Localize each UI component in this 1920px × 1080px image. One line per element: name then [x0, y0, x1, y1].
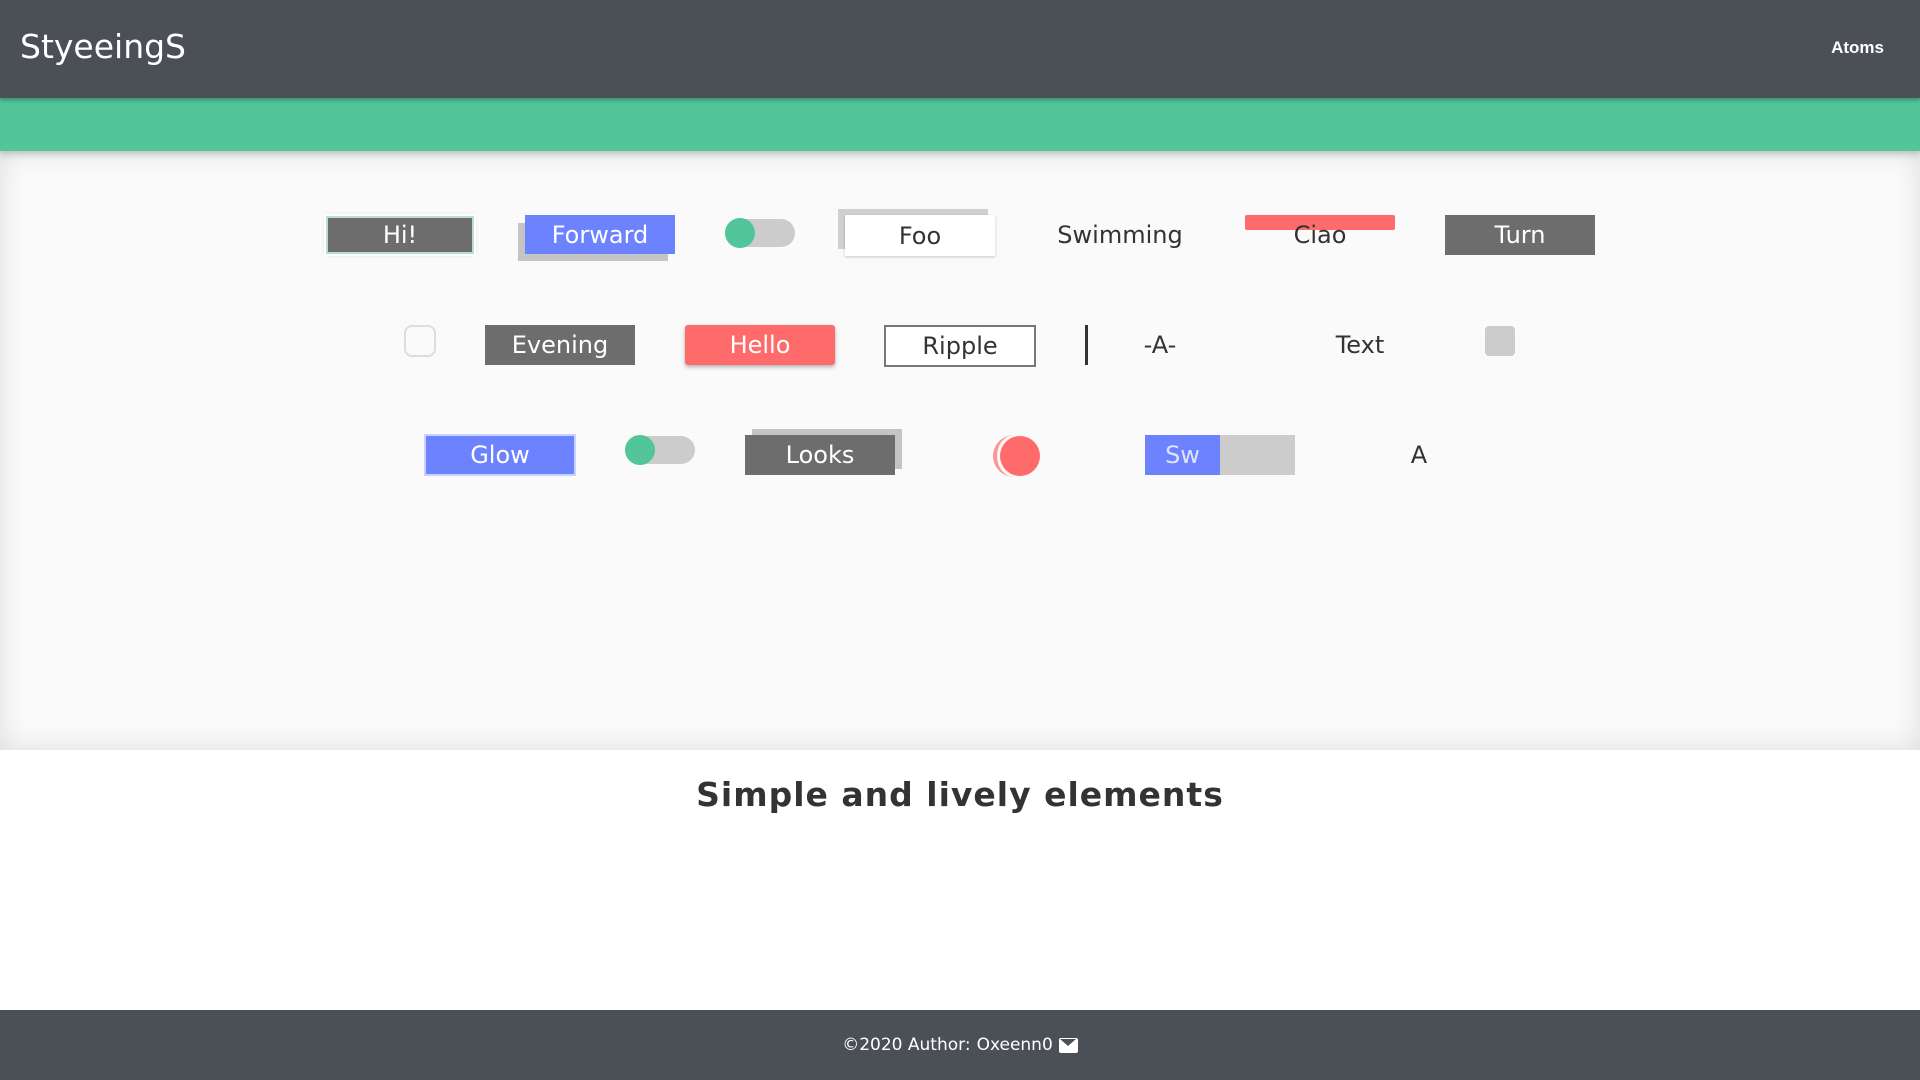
nav-link-atoms[interactable]: Atoms — [1831, 38, 1884, 58]
elements-showcase: Hi! Forward Foo Swimming Ciao Turn Eveni… — [0, 151, 1920, 750]
pulse-circle-button[interactable] — [1000, 436, 1040, 476]
looks-button[interactable]: Looks — [745, 435, 895, 475]
text-button[interactable]: Text — [1285, 325, 1435, 365]
toggle-knob-2 — [625, 435, 655, 465]
foo-button[interactable]: Foo — [845, 215, 995, 256]
accent-banner — [0, 98, 1920, 151]
glow-button[interactable]: Glow — [424, 434, 576, 476]
corner-frame-icon[interactable] — [404, 325, 436, 357]
author-name: Oxeenn0 — [976, 1035, 1053, 1055]
envelope-icon[interactable] — [1058, 1037, 1078, 1053]
tagline-heading: Simple and lively elements — [696, 775, 1224, 814]
evening-button[interactable]: Evening — [485, 325, 635, 365]
ripple-button[interactable]: Ripple — [884, 325, 1036, 367]
sw-slider-fill[interactable]: Sw — [1145, 435, 1220, 475]
copyright-text: ©2020 Author: — [842, 1035, 971, 1055]
dashed-a-text[interactable]: -A- — [1085, 325, 1235, 365]
hi-button[interactable]: Hi! — [326, 216, 474, 254]
page-footer: ©2020 Author: Oxeenn0 — [0, 1010, 1920, 1080]
ciao-button[interactable]: Ciao — [1245, 215, 1395, 255]
toggle-knob-1 — [725, 218, 755, 248]
a-letter-button[interactable]: A — [1344, 435, 1494, 475]
brand-logo-text[interactable]: StyeeingS — [20, 27, 186, 66]
swimming-button[interactable]: Swimming — [1045, 215, 1195, 255]
forward-button[interactable]: Forward — [525, 215, 675, 254]
hello-button[interactable]: Hello — [685, 325, 835, 365]
top-navbar: StyeeingS Atoms — [0, 0, 1920, 98]
gray-square-checkbox[interactable] — [1485, 326, 1515, 356]
turn-button[interactable]: Turn — [1445, 215, 1595, 255]
